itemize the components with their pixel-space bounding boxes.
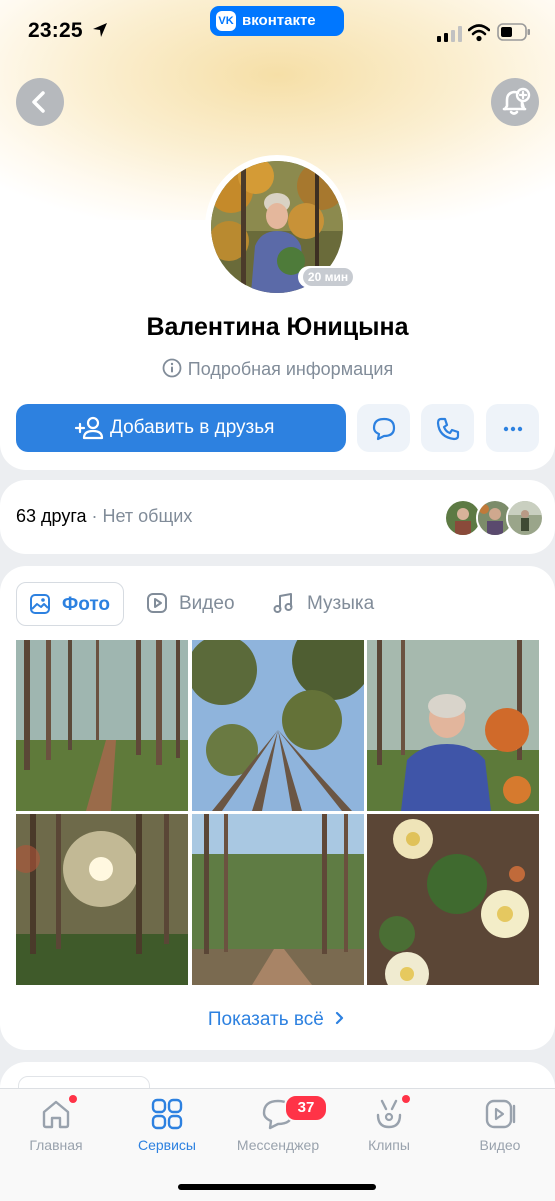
- subscribe-notifications-button[interactable]: [491, 78, 539, 126]
- app-badge-label: вконтакте: [242, 12, 316, 29]
- chevron-right-icon: [336, 1011, 344, 1025]
- show-all-link[interactable]: Показать всё: [0, 1009, 555, 1031]
- photo-thumbnail[interactable]: [367, 640, 539, 811]
- friends-separator: ·: [86, 506, 103, 526]
- message-bubble-icon: [372, 417, 396, 441]
- friend-avatar: [506, 499, 544, 537]
- photo-thumbnail[interactable]: [16, 814, 188, 985]
- profile-name: Валентина Юницына: [146, 313, 409, 341]
- friends-card[interactable]: 63 друга · Нет общих: [0, 480, 555, 554]
- add-friend-label: Добавить в друзья: [110, 417, 275, 438]
- status-time: 23:25: [28, 19, 109, 43]
- back-button[interactable]: [16, 78, 64, 126]
- friends-summary: 63 друга · Нет общих: [16, 506, 192, 527]
- tab-services-label: Сервисы: [137, 1137, 196, 1153]
- tab-home-label: Главная: [29, 1137, 83, 1153]
- vk-logo-icon: VK: [216, 11, 236, 31]
- photo-thumbnail[interactable]: [192, 814, 364, 985]
- photo-thumbnail[interactable]: [16, 640, 188, 811]
- friends-count: 63 друга: [16, 506, 87, 526]
- battery-icon: [497, 23, 530, 41]
- signal-icon: [437, 26, 462, 42]
- call-button[interactable]: [421, 404, 474, 452]
- more-button[interactable]: [486, 404, 539, 452]
- home-notification-dot: [69, 1095, 77, 1103]
- app-badge[interactable]: VK вконтакте: [210, 6, 344, 36]
- show-all-label: Показать всё: [207, 1009, 324, 1030]
- clips-notification-dot: [402, 1095, 410, 1103]
- video-icon: [147, 593, 167, 613]
- message-button[interactable]: [357, 404, 410, 452]
- tab-video-nav[interactable]: Видео: [445, 1097, 555, 1153]
- status-bar: 23:25 VK вконтакте: [0, 0, 555, 62]
- home-icon: [42, 1100, 70, 1129]
- last-seen-badge: 20 мин: [298, 266, 358, 288]
- tab-photo-label: Фото: [62, 594, 111, 615]
- add-friend-button[interactable]: Добавить в друзья: [16, 404, 346, 452]
- tab-home[interactable]: Главная: [1, 1097, 111, 1153]
- tab-video-nav-label: Видео: [479, 1137, 521, 1153]
- location-arrow-icon: [92, 23, 107, 37]
- last-seen-text: 20 мин: [303, 268, 353, 286]
- bell-add-icon: [502, 87, 531, 115]
- image-icon: [30, 594, 50, 614]
- more-dots-icon: [503, 426, 523, 432]
- info-icon: [162, 358, 182, 378]
- media-card: Фото Видео Музыка Показать всё: [0, 566, 555, 1050]
- tab-clips-label: Клипы: [368, 1137, 410, 1153]
- music-note-icon: [273, 593, 293, 613]
- clips-icon: [376, 1099, 402, 1129]
- photo-thumbnail[interactable]: [192, 640, 364, 811]
- tab-video[interactable]: Видео: [134, 582, 244, 624]
- add-user-icon: [74, 416, 104, 440]
- photo-thumbnail[interactable]: [367, 814, 539, 985]
- video-play-icon: [485, 1099, 516, 1129]
- tab-services[interactable]: Сервисы: [112, 1097, 222, 1153]
- chevron-left-icon: [32, 91, 45, 113]
- phone-icon: [436, 417, 460, 441]
- details-link-label: Подробная информация: [187, 359, 394, 379]
- messenger-unread-badge: 37: [284, 1094, 328, 1122]
- tab-video-label: Видео: [179, 593, 235, 614]
- tab-messenger-label: Мессенджер: [236, 1137, 320, 1153]
- home-indicator: [178, 1184, 376, 1190]
- tab-photo[interactable]: Фото: [16, 582, 124, 626]
- details-link[interactable]: Подробная информация: [0, 358, 555, 380]
- tab-music[interactable]: Музыка: [260, 582, 390, 624]
- tab-clips[interactable]: Клипы: [334, 1097, 444, 1153]
- common-friends: Нет общих: [102, 506, 193, 526]
- services-grid-icon: [151, 1098, 183, 1130]
- wifi-icon: [468, 24, 490, 42]
- tab-music-label: Музыка: [307, 593, 375, 614]
- status-time-text: 23:25: [28, 19, 83, 42]
